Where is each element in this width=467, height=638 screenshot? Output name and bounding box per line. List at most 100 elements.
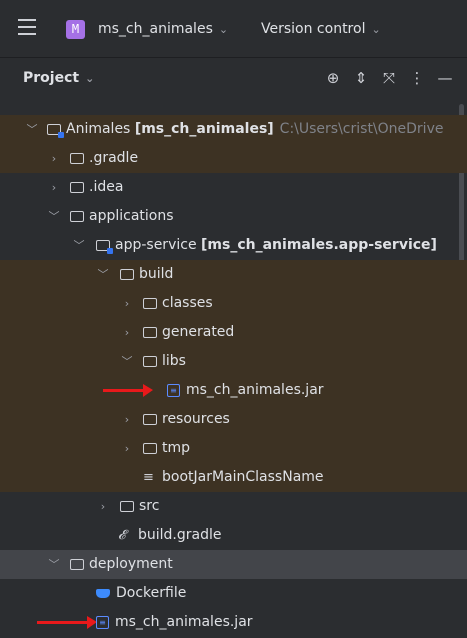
vcs-label: Version control [261, 21, 366, 37]
chevron-right-icon[interactable]: › [47, 144, 61, 173]
tree-item: ≡ ms_ch_animales.jar [96, 608, 253, 637]
minimize-icon[interactable]: — [431, 67, 459, 89]
project-name: ms_ch_animales [98, 21, 213, 37]
tree-item-label: app-service [115, 237, 197, 253]
project-badge: M [66, 20, 85, 39]
chevron-down-icon[interactable]: ﹀ [120, 347, 134, 376]
tree-item: deployment [70, 550, 173, 579]
project-selector[interactable]: ms_ch_animales ⌄ [98, 18, 228, 41]
collapse-icon[interactable]: ⤧ [375, 67, 403, 89]
tree-item-label: ms_ch_animales.jar [186, 382, 324, 398]
panel-title: Project [23, 70, 80, 86]
chevron-right-icon[interactable]: › [120, 434, 134, 463]
gradle-icon: 𝓔 [118, 528, 126, 543]
tree-row-deployment[interactable]: ﹀ deployment [0, 550, 467, 579]
tree-item-label: tmp [162, 440, 191, 456]
tree-item-label: ms_ch_animales.jar [115, 614, 253, 630]
tree-row-tmp[interactable]: › tmp [0, 434, 467, 463]
tree-item: Animales [ms_ch_animales] C:\Users\crist\… [47, 115, 443, 144]
tree-row-src[interactable]: › src [0, 492, 467, 521]
tree-item: app-service [ms_ch_animales.app-service] [96, 231, 437, 260]
tree-item: libs [143, 347, 186, 376]
annotation-arrow [103, 384, 153, 397]
folder-icon [120, 269, 134, 280]
tree-item: Dockerfile [96, 579, 186, 608]
tree-row-gradle[interactable]: › .gradle [0, 144, 467, 173]
tree-row-build-gradle[interactable]: 𝓔build.gradle [0, 521, 467, 550]
tree-item-label: .gradle [89, 150, 139, 166]
chevron-right-icon[interactable]: › [120, 289, 134, 318]
chevron-right-icon[interactable]: › [120, 318, 134, 347]
tree-item: generated [143, 318, 234, 347]
tree-row-animales[interactable]: ﹀ Animales [ms_ch_animales] C:\Users\cris… [0, 115, 467, 144]
tree-item: src [120, 492, 159, 521]
tree-row-libs[interactable]: ﹀ libs [0, 347, 467, 376]
tree-item-label: deployment [89, 556, 173, 572]
tree-row-applications[interactable]: ﹀ applications [0, 202, 467, 231]
jar-icon: ≡ [96, 616, 109, 629]
more-icon[interactable]: ⋮ [403, 67, 431, 89]
tree-item: ≡ ms_ch_animales.jar [167, 376, 324, 405]
folder-icon [143, 443, 157, 454]
tree-item-label: src [139, 498, 160, 514]
project-panel-header: Project ⌄ ⊕ ⇕ ⤧ ⋮ — [0, 58, 467, 98]
chevron-right-icon[interactable]: › [96, 492, 110, 521]
folder-icon [70, 153, 84, 164]
panel-title-button[interactable]: Project ⌄ [23, 67, 94, 90]
tree-item: resources [143, 405, 230, 434]
folder-icon [143, 298, 157, 309]
tree-row-resources[interactable]: › resources [0, 405, 467, 434]
tree-item-label: resources [162, 411, 230, 427]
folder-icon [143, 327, 157, 338]
tree-item: ≡ bootJarMainClassName [143, 463, 324, 492]
docker-icon [96, 589, 110, 598]
tree-row-jar-deployment[interactable]: ≡ ms_ch_animales.jar [0, 608, 467, 637]
chevron-down-icon[interactable]: ﹀ [25, 115, 39, 144]
chevron-right-icon[interactable]: › [120, 405, 134, 434]
module-name: [ms_ch_animales.app-service] [201, 237, 437, 253]
chevron-down-icon: ⌄ [371, 23, 381, 36]
tree-item: build [120, 260, 173, 289]
tree-row-bootjar[interactable]: ≡ bootJarMainClassName [0, 463, 467, 492]
vcs-selector[interactable]: Version control ⌄ [261, 18, 381, 41]
crosshair-icon[interactable]: ⊕ [319, 67, 347, 89]
folder-icon [70, 182, 84, 193]
tree-item-label: .idea [89, 179, 124, 195]
tree-item-label: Animales [66, 121, 131, 137]
chevron-down-icon: ⌄ [218, 23, 229, 36]
tree-item-label: build [139, 266, 174, 282]
panel-toolbar: ⊕ ⇕ ⤧ ⋮ — [319, 67, 459, 89]
tree-item: 𝓔build.gradle [118, 521, 222, 550]
tree-item-label: bootJarMainClassName [162, 469, 324, 485]
tree-row-jar-libs[interactable]: ≡ ms_ch_animales.jar [0, 376, 467, 405]
folder-icon [120, 501, 134, 512]
tree-row-app-service[interactable]: ﹀ app-service [ms_ch_animales.app-servic… [0, 231, 467, 260]
expand-icon[interactable]: ⇕ [347, 67, 375, 89]
tree-item: tmp [143, 434, 190, 463]
tree-item: .gradle [70, 144, 138, 173]
folder-icon [143, 414, 157, 425]
main-menu-icon[interactable] [18, 19, 36, 35]
tree-item-label: Dockerfile [116, 585, 187, 601]
chevron-down-icon[interactable]: ﹀ [47, 202, 61, 231]
module-icon [47, 124, 64, 138]
tree-row-classes[interactable]: › classes [0, 289, 467, 318]
project-tree: ﹀ Animales [ms_ch_animales] C:\Users\cris… [0, 115, 467, 637]
tree-item-label: generated [162, 324, 235, 340]
folder-icon [70, 211, 84, 222]
tree-row-dockerfile[interactable]: Dockerfile [0, 579, 467, 608]
chevron-right-icon[interactable]: › [47, 173, 61, 202]
module-name: [ms_ch_animales] [134, 121, 274, 137]
tree-item-label: libs [162, 353, 186, 369]
tree-row-generated[interactable]: › generated [0, 318, 467, 347]
chevron-down-icon: ⌄ [85, 72, 95, 85]
chevron-down-icon[interactable]: ﹀ [72, 231, 86, 260]
tree-row-idea[interactable]: › .idea [0, 173, 467, 202]
title-bar: M ms_ch_animales ⌄ Version control ⌄ [0, 0, 467, 58]
tree-item-label: build.gradle [138, 527, 222, 543]
tree-row-build[interactable]: ﹀ build [0, 260, 467, 289]
tree-item-label: applications [89, 208, 174, 224]
tree-item: classes [143, 289, 213, 318]
chevron-down-icon[interactable]: ﹀ [96, 260, 110, 289]
chevron-down-icon[interactable]: ﹀ [47, 550, 61, 579]
